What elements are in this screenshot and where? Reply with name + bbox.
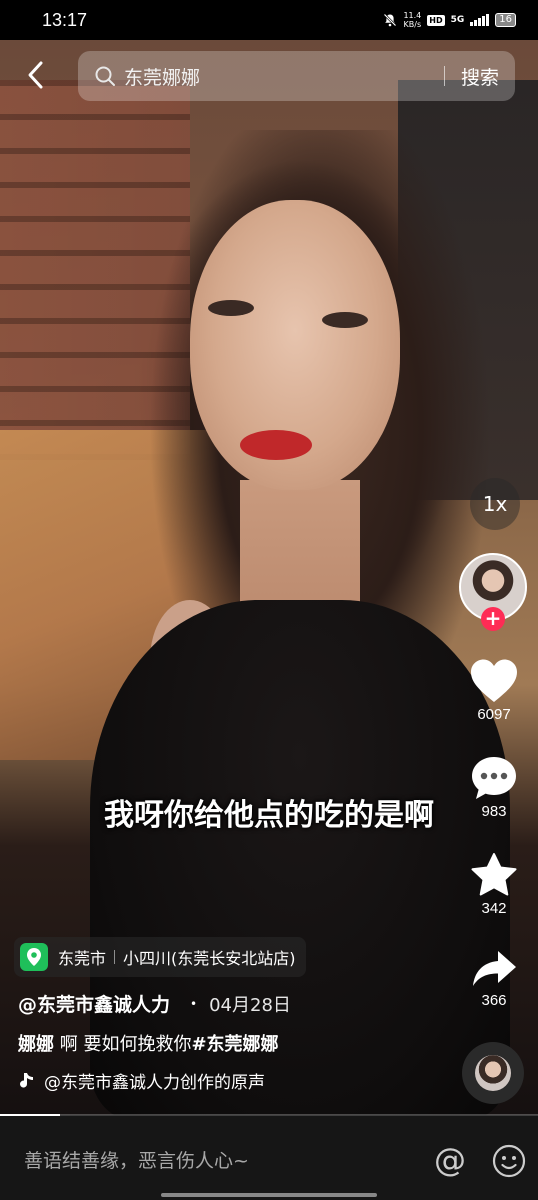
- music-note-icon: [20, 1072, 33, 1088]
- back-button[interactable]: [22, 58, 52, 92]
- favorite-button[interactable]: 342: [459, 852, 529, 917]
- search-button[interactable]: 搜索: [461, 63, 499, 90]
- share-arrow-icon: [473, 951, 516, 986]
- search-icon: [95, 66, 115, 86]
- like-button[interactable]: 6097: [459, 658, 529, 723]
- location-pin-icon: [20, 943, 48, 971]
- lips: [240, 430, 312, 460]
- music-disc-cover: [475, 1055, 511, 1091]
- heart-icon: [471, 659, 517, 702]
- video-subtitle: 我呀你给他点的吃的是啊: [104, 798, 434, 833]
- music-row[interactable]: @东莞市鑫诚人力创作的原声: [18, 1068, 265, 1093]
- mute-bell-icon: [384, 13, 397, 27]
- post-date: 04月28日: [209, 994, 291, 1016]
- signal-icon: [470, 14, 490, 26]
- status-time: 13:17: [42, 9, 88, 30]
- author-name[interactable]: @东莞市鑫诚人力: [18, 990, 170, 1017]
- search-divider: [443, 66, 445, 86]
- location-place: 小四川(东莞长安北站店): [123, 949, 296, 968]
- left-eye: [208, 300, 254, 316]
- network-speed-unit: KB/s: [403, 20, 422, 29]
- music-title: @东莞市鑫诚人力创作的原声: [44, 1073, 265, 1093]
- caption-mention[interactable]: 娜娜: [18, 1034, 54, 1055]
- like-count: 6097: [477, 706, 511, 723]
- music-disc[interactable]: [462, 1042, 524, 1104]
- status-icons: 11.4 KB/s HD 5G 16: [383, 11, 516, 29]
- caption-text: 啊 要如何挽救你: [54, 1034, 192, 1055]
- location-city: 东莞市: [58, 949, 107, 968]
- share-count: 366: [481, 992, 507, 1009]
- search-input[interactable]: 东莞娜娜: [124, 63, 444, 90]
- post-caption: 娜娜 啊 要如何挽救你#东莞娜娜: [18, 1030, 279, 1056]
- hd-badge: HD: [427, 14, 445, 26]
- separator-dot: •: [190, 996, 198, 1011]
- status-bar: 13:17 11.4 KB/s HD 5G 16: [0, 0, 538, 40]
- share-button[interactable]: 366: [459, 948, 529, 1009]
- comment-input[interactable]: 善语结善缘，恶言伤人心~: [24, 1146, 249, 1173]
- follow-button[interactable]: +: [481, 607, 505, 631]
- network-type: 5G: [450, 15, 465, 25]
- location-separator: [114, 950, 116, 964]
- search-bar[interactable]: 东莞娜娜 搜索: [78, 51, 515, 101]
- author-row: @东莞市鑫诚人力 • 04月28日: [18, 990, 291, 1017]
- author-avatar[interactable]: +: [459, 553, 527, 631]
- location-chip[interactable]: 东莞市 小四川(东莞长安北站店): [14, 937, 306, 977]
- network-speed: 11.4 KB/s: [403, 11, 421, 29]
- caption-hashtag[interactable]: #东莞娜娜: [191, 1034, 278, 1055]
- battery-icon: 16: [495, 13, 516, 27]
- home-indicator[interactable]: [161, 1193, 377, 1197]
- comment-bar: 善语结善缘，恶言伤人心~ @: [0, 1116, 538, 1200]
- chevron-left-icon: [28, 61, 43, 89]
- network-speed-value: 11.4: [403, 11, 422, 20]
- right-eye: [322, 312, 368, 328]
- star-icon: [471, 853, 517, 896]
- mention-button[interactable]: @: [434, 1144, 466, 1176]
- favorite-count: 342: [481, 900, 507, 917]
- emoji-icon[interactable]: [492, 1144, 526, 1178]
- playback-speed-button[interactable]: 1x: [470, 478, 520, 530]
